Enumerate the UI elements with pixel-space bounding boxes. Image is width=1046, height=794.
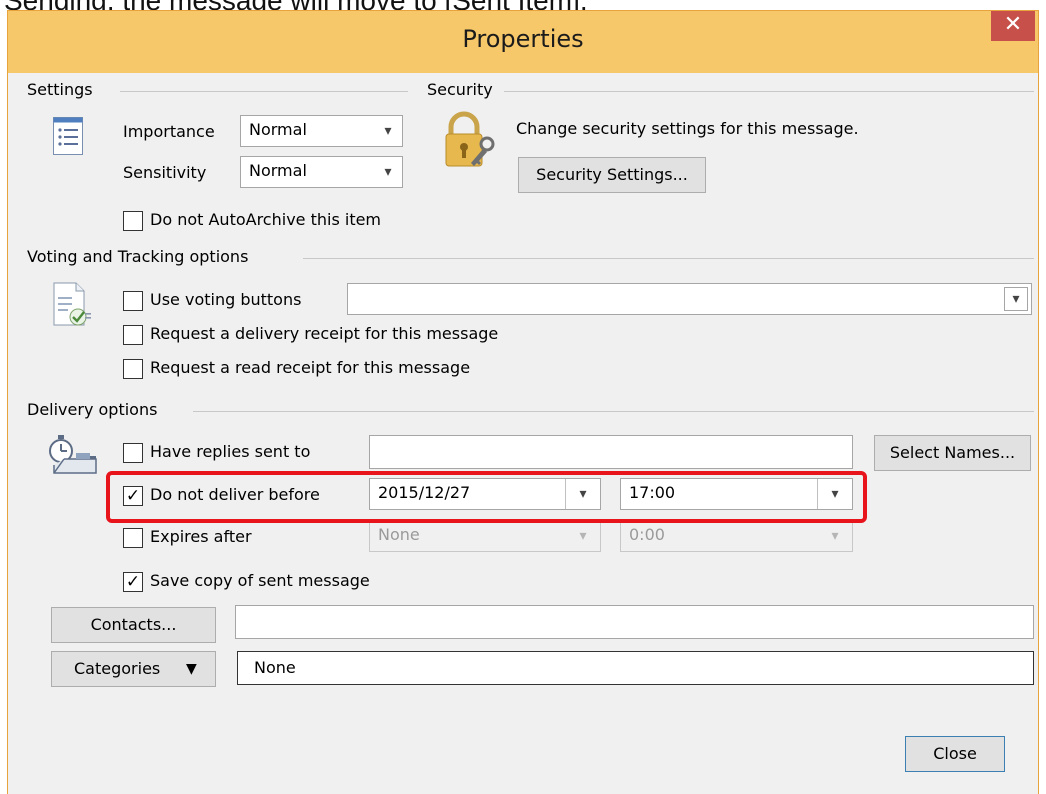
have-replies-checkbox[interactable] (123, 443, 143, 463)
categories-button-label: Categories (74, 659, 161, 678)
settings-group-label: Settings (27, 80, 93, 99)
dialog-title: Properties (462, 25, 584, 53)
sensitivity-label: Sensitivity (123, 163, 207, 182)
security-group-label: Security (427, 80, 493, 99)
voting-document-icon (52, 281, 92, 329)
contacts-button[interactable]: Contacts... (51, 607, 216, 643)
voting-buttons-label: Use voting buttons (150, 290, 302, 309)
replies-to-input[interactable] (369, 435, 853, 469)
lock-key-icon (443, 111, 503, 171)
voting-buttons-select[interactable]: ▾ (347, 283, 1032, 315)
settings-divider (120, 91, 408, 92)
title-bar: Properties ✕ (8, 11, 1038, 73)
list-icon (53, 117, 83, 155)
expires-date: None (378, 525, 420, 544)
voting-divider (303, 258, 1034, 259)
importance-label: Importance (123, 122, 215, 141)
properties-dialog: Properties ✕ Settings Importance Normal … (7, 10, 1039, 794)
importance-value: Normal (249, 120, 307, 139)
voting-buttons-checkbox[interactable] (123, 291, 143, 311)
sensitivity-value: Normal (249, 161, 307, 180)
expires-after-checkbox[interactable] (123, 528, 143, 548)
chevron-down-icon: ▾ (579, 528, 587, 544)
delivery-divider (193, 411, 1034, 412)
annotation-highlight-box (106, 471, 867, 523)
chevron-down-icon: ▾ (831, 528, 839, 544)
expires-time-select: 0:00 ▾ (620, 520, 853, 552)
security-description: Change security settings for this messag… (516, 119, 859, 138)
delivery-receipt-checkbox[interactable] (123, 325, 143, 345)
chevron-down-icon: ▾ (384, 164, 392, 180)
delivery-timer-icon (44, 429, 102, 479)
delivery-receipt-label: Request a delivery receipt for this mess… (150, 324, 499, 343)
save-copy-label: Save copy of sent message (150, 571, 370, 590)
categories-value: None (254, 658, 296, 677)
categories-button[interactable]: Categories ▼ (51, 651, 216, 687)
importance-select[interactable]: Normal ▾ (240, 115, 403, 147)
security-divider (504, 91, 1034, 92)
security-settings-button[interactable]: Security Settings... (518, 157, 706, 193)
read-receipt-checkbox[interactable] (123, 359, 143, 379)
autoarchive-checkbox[interactable] (123, 211, 143, 231)
save-copy-checkbox[interactable]: ✓ (123, 572, 143, 592)
expires-date-select: None ▾ (369, 520, 601, 552)
voting-group-label: Voting and Tracking options (27, 247, 249, 266)
contacts-input[interactable] (235, 605, 1034, 639)
dropdown-triangle-icon: ▼ (186, 661, 197, 677)
chevron-down-icon: ▾ (384, 123, 392, 139)
expires-time: 0:00 (629, 525, 665, 544)
categories-input[interactable]: None (237, 651, 1034, 685)
close-window-button[interactable]: ✕ (991, 11, 1035, 41)
have-replies-label: Have replies sent to (150, 442, 311, 461)
chevron-down-icon: ▾ (1004, 287, 1028, 311)
expires-after-label: Expires after (150, 527, 252, 546)
sensitivity-select[interactable]: Normal ▾ (240, 156, 403, 188)
autoarchive-label: Do not AutoArchive this item (150, 210, 382, 229)
close-button[interactable]: Close (905, 736, 1005, 772)
read-receipt-label: Request a read receipt for this message (150, 358, 471, 377)
delivery-group-label: Delivery options (27, 400, 158, 419)
select-names-button[interactable]: Select Names... (874, 435, 1031, 471)
